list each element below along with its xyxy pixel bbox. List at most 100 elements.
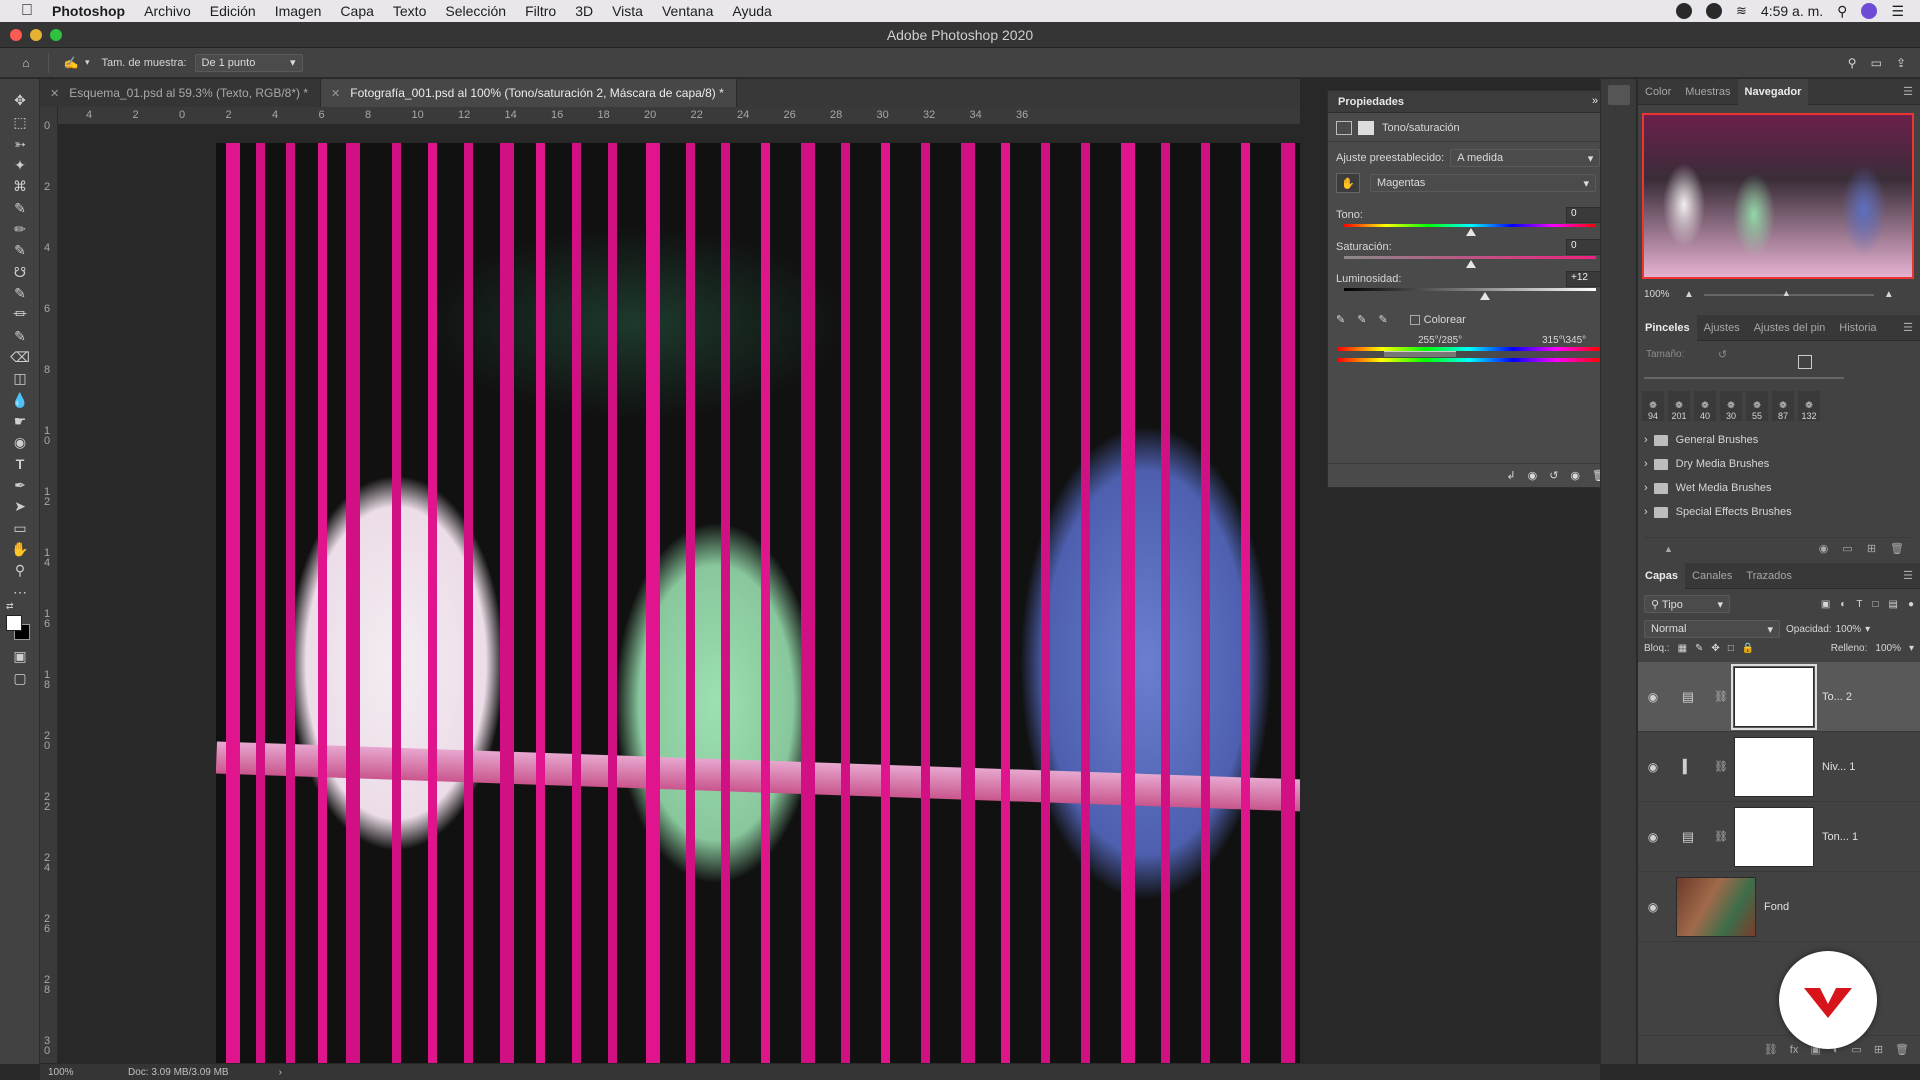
brush-preset[interactable]: ❁ 201 <box>1668 391 1690 421</box>
siri-icon[interactable] <box>1861 3 1878 19</box>
record-icon[interactable] <box>1676 3 1692 19</box>
mixer-brush-tool-icon[interactable]: ✎ <box>8 325 32 347</box>
menu-texto[interactable]: Texto <box>393 3 426 19</box>
brush-preset[interactable]: ❁ 55 <box>1746 391 1768 421</box>
menu-seleccion[interactable]: Selección <box>445 3 506 19</box>
fx-icon[interactable]: fx <box>1790 1044 1799 1056</box>
navigator-preview[interactable] <box>1642 113 1914 279</box>
zoom-out-icon[interactable]: ▲ <box>1684 289 1694 300</box>
new-layer-icon[interactable]: ⊞ <box>1874 1043 1883 1056</box>
link-icon[interactable]: ⛓ <box>1714 760 1728 773</box>
layer-name[interactable]: Fond <box>1764 901 1789 913</box>
clock[interactable]: 4:59 a. m. <box>1761 3 1823 19</box>
share-icon[interactable]: ⇪ <box>1896 56 1906 70</box>
lock-pixels-icon[interactable]: ✎ <box>1695 643 1703 654</box>
spotlight-icon[interactable]: ⚲ <box>1837 3 1847 20</box>
trash-icon[interactable]: 🗑 <box>1890 542 1904 555</box>
layer-mask-thumbnail[interactable] <box>1731 663 1817 730</box>
new-brush-icon[interactable]: ⊞ <box>1867 542 1876 555</box>
mask-icon[interactable] <box>1358 121 1374 135</box>
zoom-tool-icon[interactable]: ⚲ <box>8 559 32 581</box>
channel-select[interactable]: Magentas ▾ <box>1370 174 1596 192</box>
home-icon[interactable]: ⌂ <box>12 52 40 74</box>
menu-3d[interactable]: 3D <box>575 3 593 19</box>
lightness-slider-thumb[interactable] <box>1480 292 1490 300</box>
layer-name[interactable]: Niv... 1 <box>1822 761 1855 773</box>
navigator-zoom[interactable]: 100% <box>1644 289 1684 300</box>
tab-esquema[interactable]: ✕ Esquema_01.psd al 59.3% (Texto, RGB/8*… <box>40 79 322 107</box>
new-brush-icon[interactable] <box>1798 355 1812 369</box>
link-layers-icon[interactable]: ⛓ <box>1764 1043 1778 1056</box>
menu-capa[interactable]: Capa <box>340 3 373 19</box>
apple-icon[interactable]:  <box>16 0 38 22</box>
paint-bucket-tool-icon[interactable]: ◫ <box>8 367 32 389</box>
layer-filter-select[interactable]: ⚲ Tipo ▾ <box>1644 595 1730 613</box>
preset-select[interactable]: A medida ▾ <box>1450 149 1601 167</box>
layer-name[interactable]: To... 2 <box>1822 691 1852 703</box>
new-group-icon[interactable]: ▭ <box>1842 542 1852 555</box>
tab-capas[interactable]: Capas <box>1638 563 1686 589</box>
eye-icon[interactable]: ◉ <box>1638 830 1668 844</box>
eraser-tool-icon[interactable]: ⌫ <box>8 346 32 368</box>
hue-slider-track[interactable] <box>1344 224 1596 227</box>
tab-canales[interactable]: Canales <box>1685 563 1739 589</box>
layer-image-thumbnail[interactable] <box>1676 876 1756 937</box>
clone-stamp-tool-icon[interactable]: ☋ <box>8 261 32 283</box>
menu-vista[interactable]: Vista <box>612 3 643 19</box>
filter-type-icon[interactable]: T <box>1856 599 1862 610</box>
layer-name[interactable]: Ton... 1 <box>1822 831 1858 843</box>
tab-ajustes[interactable]: Ajustes <box>1697 315 1747 341</box>
lock-transparency-icon[interactable]: ▦ <box>1678 643 1687 654</box>
tab-ajustes-del-pin[interactable]: Ajustes del pin <box>1747 315 1833 341</box>
trash-icon[interactable]: 🗑 <box>1895 1043 1909 1056</box>
filter-toggle-icon[interactable]: ● <box>1908 599 1914 610</box>
tab-color[interactable]: Color <box>1638 79 1678 105</box>
chevron-down-icon[interactable]: ▾ <box>1909 643 1914 654</box>
eyedropper-plus-icon[interactable]: ✎ <box>1357 313 1366 326</box>
colorize-checkbox[interactable] <box>1409 314 1420 325</box>
menu-photoshop[interactable]: Photoshop <box>52 3 125 19</box>
creative-cloud-icon[interactable] <box>1706 3 1722 19</box>
visibility-icon[interactable]: ◉ <box>1570 469 1580 482</box>
search-icon[interactable]: ⚲ <box>1848 56 1857 70</box>
link-icon[interactable]: ⛓ <box>1714 830 1728 843</box>
magic-wand-tool-icon[interactable]: ✦ <box>8 154 32 176</box>
brush-folder[interactable]: › General Brushes <box>1644 427 1914 453</box>
target-adjustment-icon[interactable]: ✋ <box>1336 173 1360 193</box>
close-icon[interactable]: ✕ <box>50 87 59 100</box>
path-selection-tool-icon[interactable]: ➤ <box>8 495 32 517</box>
brush-preset[interactable]: ❁ 40 <box>1694 391 1716 421</box>
swap-colors-icon[interactable]: ⇄ <box>6 601 34 611</box>
screen-mode-icon[interactable]: ▢ <box>8 667 32 689</box>
rectangle-tool-icon[interactable]: ▭ <box>8 517 32 539</box>
menu-ayuda[interactable]: Ayuda <box>732 3 771 19</box>
opacity-value[interactable]: 100% <box>1836 624 1862 635</box>
filter-pixel-icon[interactable]: ▣ <box>1821 599 1830 610</box>
layer-mask-thumbnail[interactable] <box>1734 806 1814 867</box>
crop-tool-icon[interactable]: ⌘ <box>8 175 32 197</box>
eyedropper-icon[interactable]: ✎ <box>1336 313 1345 326</box>
healing-brush-tool-icon[interactable]: ✏ <box>8 218 32 240</box>
panel-menu-icon[interactable]: ☰ <box>1903 79 1913 104</box>
brush-folder[interactable]: › Wet Media Brushes <box>1644 475 1914 501</box>
menu-filtro[interactable]: Filtro <box>525 3 556 19</box>
filter-shape-icon[interactable]: □ <box>1872 599 1878 610</box>
filter-smart-icon[interactable]: ▤ <box>1889 599 1898 610</box>
collapse-icon[interactable]: » <box>1592 95 1598 108</box>
hue-saturation-icon[interactable]: ▤ <box>1676 828 1700 846</box>
type-tool-icon[interactable]: T <box>8 453 32 475</box>
zoom-in-icon[interactable]: ▲ <box>1884 289 1894 300</box>
foreground-color-swatch[interactable] <box>6 615 22 631</box>
notification-center-icon[interactable]: ☰ <box>1891 3 1904 20</box>
eye-icon[interactable]: ◉ <box>1638 690 1668 704</box>
filter-adjustment-icon[interactable]: ◐ <box>1840 599 1846 610</box>
marquee-tool-icon[interactable]: ⬚ <box>8 111 32 133</box>
layer-mask-thumbnail[interactable] <box>1734 736 1814 797</box>
blend-mode-select[interactable]: Normal ▾ <box>1644 620 1780 638</box>
eyedropper-minus-icon[interactable]: ✎ <box>1378 313 1387 326</box>
layer-row[interactable]: ◉ ▍ ⛓ Niv... 1 <box>1638 732 1920 802</box>
brush-tool-icon[interactable]: ✎ <box>8 239 32 261</box>
menu-imagen[interactable]: Imagen <box>275 3 322 19</box>
layer-row[interactable]: ◉ ▤ ⛓ Ton... 1 <box>1638 802 1920 872</box>
document-image[interactable] <box>216 143 1300 1063</box>
